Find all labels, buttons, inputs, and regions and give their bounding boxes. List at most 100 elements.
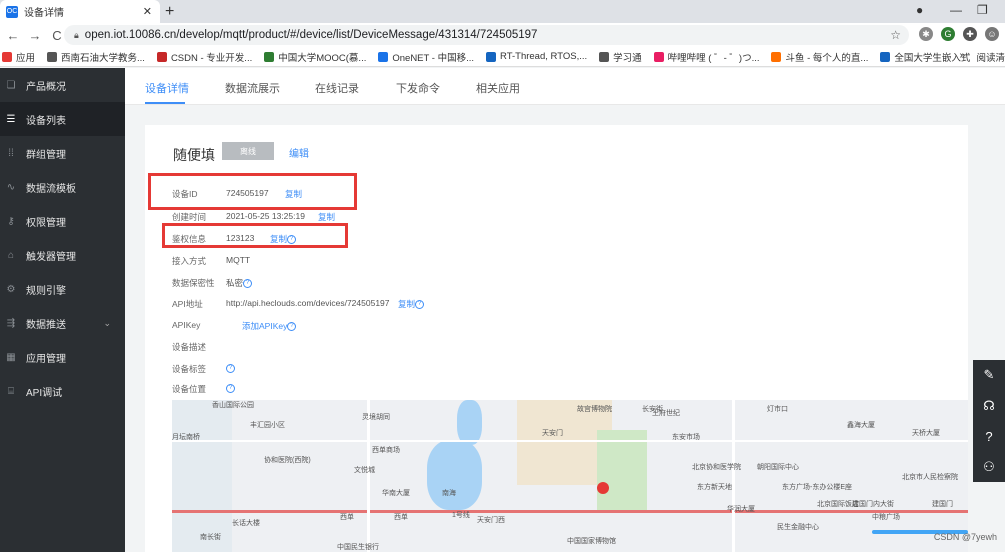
minimize-icon[interactable]: — bbox=[950, 3, 962, 17]
tab-related-apps[interactable]: 相关应用 bbox=[476, 80, 520, 96]
bookmark-favicon-icon bbox=[653, 51, 664, 62]
map-road bbox=[367, 400, 370, 552]
new-tab-icon[interactable]: + bbox=[165, 3, 174, 21]
sidebar-item-label: 群组管理 bbox=[26, 149, 66, 161]
map-place-label: 1号线 bbox=[452, 512, 470, 519]
map-place-label: 民生金融中心 bbox=[777, 524, 819, 531]
sidebar-item-label: 权限管理 bbox=[26, 217, 66, 229]
sidebar-item[interactable]: ⁞⁞ 群组管理 bbox=[0, 136, 125, 170]
device-detail-card: 随便填 离线 编辑 设备ID 724505197 复制 创建时间 2021-05… bbox=[145, 125, 968, 552]
browser-tab-bar: OC 设备详情 ✕ + ● — ❐ bbox=[0, 0, 1005, 23]
bookmark-item[interactable]: 学习通 bbox=[599, 50, 642, 64]
bookmarks-more-icon[interactable]: » bbox=[959, 50, 965, 61]
privacy-value: 私密? bbox=[226, 277, 253, 289]
edit-link[interactable]: 编辑 bbox=[289, 145, 309, 160]
copy-api-link[interactable]: 复制? bbox=[398, 298, 425, 310]
sidebar-item-label: 数据推送 bbox=[26, 319, 66, 331]
cube-icon: ❏ bbox=[6, 79, 16, 91]
map-place-label: 南长街 bbox=[200, 534, 221, 541]
map-lake bbox=[427, 440, 482, 510]
sidebar-item-label: API调试 bbox=[26, 387, 63, 399]
bookmark-item[interactable]: OneNET - 中国移... bbox=[378, 50, 474, 64]
sidebar-item[interactable]: ▦ 应用管理 bbox=[0, 340, 125, 374]
forward-icon[interactable]: → bbox=[26, 28, 44, 43]
sidebar-item[interactable]: ☰ 设备列表 bbox=[0, 102, 125, 136]
url-text: open.iot.10086.cn/develop/mqtt/product/#… bbox=[84, 29, 538, 41]
map-place-label: 长话大楼 bbox=[232, 520, 260, 527]
map-place-label: 天安门西 bbox=[477, 517, 505, 524]
description-label: 设备描述 bbox=[172, 342, 207, 352]
sidebar-item[interactable]: ❏ 产品概况 bbox=[0, 68, 125, 102]
sidebar-item[interactable]: ⌸ API调试 bbox=[0, 374, 125, 408]
bookmark-item[interactable]: RT-Thread, RTOS,... bbox=[486, 51, 587, 62]
puzzle-icon[interactable]: ✚ bbox=[963, 27, 977, 41]
address-bar-row: ← → C 🔒︎ open.iot.10086.cn/develop/mqtt/… bbox=[0, 23, 1005, 47]
bookmark-item[interactable]: 哔哩哔哩 ( ゜- ゜)つ... bbox=[653, 50, 759, 64]
copy-created-link[interactable]: 复制 bbox=[318, 211, 335, 223]
tags-help: ? bbox=[226, 363, 235, 374]
chevron-down-icon[interactable]: ⌄ bbox=[103, 318, 111, 329]
headset-icon[interactable]: ☊ bbox=[983, 398, 995, 414]
tab-send-command[interactable]: 下发命令 bbox=[396, 80, 440, 96]
chart-icon: ∿ bbox=[6, 181, 16, 193]
sidebar-item[interactable]: ∿ 数据流模板 bbox=[0, 170, 125, 204]
extension-icon[interactable]: ✱ bbox=[919, 27, 933, 41]
map-place-label: 中国民生银行 bbox=[337, 544, 379, 551]
bookmarks-bar: 应用 西南石油大学教务... CSDN - 专业开发... 中国大学MOOC(慕...… bbox=[0, 47, 1005, 67]
sidebar-item-label: 触发器管理 bbox=[26, 251, 76, 263]
bookmark-item[interactable]: 斗鱼 - 每个人的直... bbox=[771, 50, 868, 64]
tab-online-records[interactable]: 在线记录 bbox=[315, 80, 359, 96]
sidebar-item-label: 数据流模板 bbox=[26, 183, 76, 195]
close-tab-icon[interactable]: ✕ bbox=[143, 5, 152, 18]
map-place-label: 香山国际公园 bbox=[212, 402, 254, 409]
gear-icon: ⚙ bbox=[6, 283, 16, 295]
map-place-label: 中粮广场 bbox=[872, 514, 900, 521]
help-icon[interactable]: ? bbox=[287, 322, 297, 332]
bookmark-item[interactable]: 中国大学MOOC(慕... bbox=[264, 50, 366, 64]
bookmark-item[interactable]: 应用 bbox=[2, 50, 35, 64]
bookmark-label: 全国大学生嵌入式... bbox=[894, 52, 979, 64]
tab-device-detail[interactable]: 设备详情 bbox=[145, 80, 189, 96]
help-icon[interactable]: ? bbox=[243, 279, 253, 289]
restore-icon[interactable]: ❐ bbox=[977, 3, 988, 17]
help-icon[interactable]: ? bbox=[226, 364, 235, 374]
map-place-label: 天桥大厦 bbox=[912, 430, 940, 437]
access-method-value: MQTT bbox=[226, 255, 251, 265]
users-icon[interactable]: ⚇ bbox=[983, 459, 995, 475]
add-apikey-link[interactable]: 添加APIKey? bbox=[242, 320, 297, 332]
bookmark-item[interactable]: CSDN - 专业开发... bbox=[156, 50, 252, 64]
sidebar-item[interactable]: ⚷ 权限管理 bbox=[0, 204, 125, 238]
map-place-label: 天安门 bbox=[542, 430, 563, 437]
map-place-label: 朝阳国际中心 bbox=[757, 464, 799, 471]
bookmark-label: 西南石油大学教务... bbox=[61, 52, 145, 64]
map-place-label: 灵境胡同 bbox=[362, 414, 390, 421]
map-place-label: 丰汇园小区 bbox=[250, 422, 285, 429]
help-icon[interactable]: ? bbox=[226, 384, 235, 394]
back-icon[interactable]: ← bbox=[4, 28, 22, 43]
url-input[interactable]: 🔒︎ open.iot.10086.cn/develop/mqtt/produc… bbox=[64, 25, 909, 45]
browser-tab[interactable]: OC 设备详情 ✕ bbox=[0, 0, 160, 23]
tab-datastream[interactable]: 数据流展示 bbox=[225, 80, 280, 96]
highlight-box-device-id bbox=[148, 173, 357, 210]
pencil-icon[interactable]: ✎ bbox=[984, 367, 995, 383]
help-icon[interactable]: ? bbox=[985, 429, 992, 444]
sidebar-item[interactable]: ⇶ 数据推送 ⌄ bbox=[0, 306, 125, 340]
profile-icon[interactable]: ● bbox=[916, 3, 923, 17]
list-icon: ☰ bbox=[6, 113, 16, 125]
map-place-label: 鑫海大厦 bbox=[847, 422, 875, 429]
sidebar-item[interactable]: ⌂ 触发器管理 bbox=[0, 238, 125, 272]
reading-list-button[interactable]: 阅读清 bbox=[970, 50, 1005, 64]
sidebar-item[interactable]: ⚙ 规则引擎 bbox=[0, 272, 125, 306]
bookmark-star-icon[interactable]: ☆ bbox=[890, 28, 901, 42]
extension-g-icon[interactable]: G bbox=[941, 27, 955, 41]
map-place-label: 协和医院(西院) bbox=[264, 457, 311, 464]
map-place-label: 华润大厦 bbox=[727, 506, 755, 513]
bookmark-item[interactable]: 西南石油大学教务... bbox=[47, 50, 145, 64]
access-method-label: 接入方式 bbox=[172, 256, 207, 266]
location-map[interactable]: 香山国际公园 丰汇园小区 月坛南桥 协和医院(西院) 西单商场 灵境胡同 文悦城 华南大厦 西单… bbox=[172, 400, 968, 552]
map-place-label: 东方新天地 bbox=[697, 484, 732, 491]
account-icon[interactable]: ☺ bbox=[985, 27, 999, 41]
help-icon[interactable]: ? bbox=[415, 300, 425, 310]
sidebar-item-label: 应用管理 bbox=[26, 353, 66, 365]
location-help: ? bbox=[226, 383, 235, 394]
